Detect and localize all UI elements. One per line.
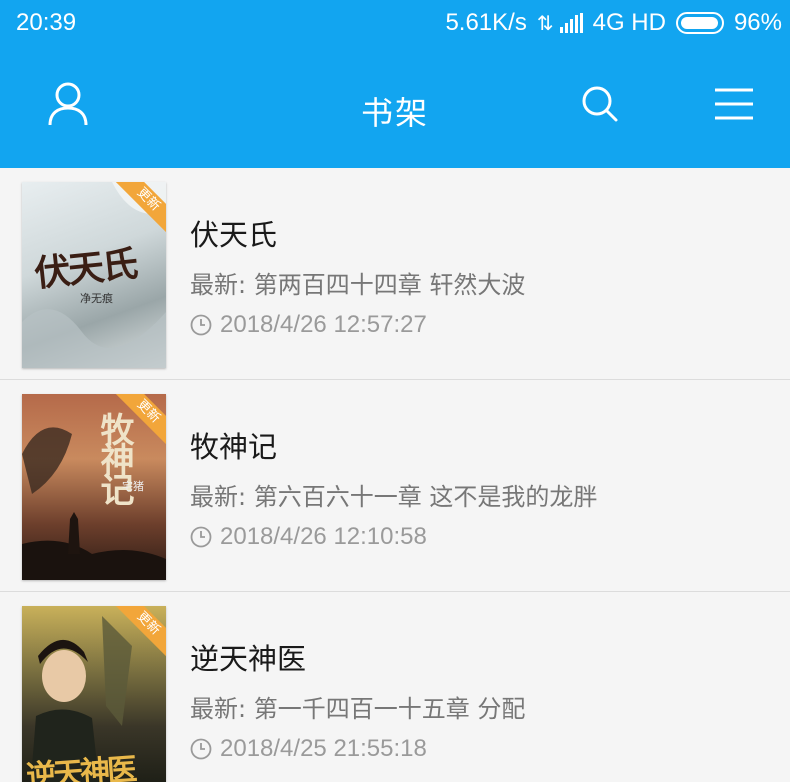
cover-title: 逆天神医 [25, 752, 136, 782]
latest-label: 最新: [190, 271, 254, 299]
clock-icon [190, 314, 212, 336]
update-time: 2018/4/26 12:10:58 [190, 523, 427, 551]
clock-icon [190, 738, 212, 760]
book-item[interactable]: 逆天神医 更新 逆天神医 最新: 第一千四百一十五章 分配 2018/4/25 … [0, 592, 790, 782]
book-cover[interactable]: 牧神记 宅猪 更新 [22, 394, 166, 580]
search-icon [582, 86, 618, 122]
menu-button[interactable] [704, 74, 764, 134]
latest-chapter-name: 第六百六十一章 这不是我的龙胖 [253, 483, 598, 511]
cover-title: 伏天氏 [32, 242, 139, 296]
book-cover[interactable]: 逆天神医 更新 [22, 606, 166, 782]
menu-icon [715, 88, 753, 120]
cover-author: 宅猪 [122, 480, 144, 493]
search-button[interactable] [570, 74, 630, 134]
book-title: 伏天氏 [190, 218, 278, 252]
update-timestamp: 2018/4/26 12:57:27 [220, 311, 427, 338]
update-time: 2018/4/26 12:57:27 [190, 311, 427, 339]
update-time: 2018/4/25 21:55:18 [190, 735, 427, 763]
latest-chapter: 最新: 第两百四十四章 轩然大波 [190, 265, 525, 300]
update-timestamp: 2018/4/25 21:55:18 [220, 735, 427, 762]
latest-label: 最新: [190, 483, 254, 511]
status-bar: 20:39 5.61K/s ⇅ 4G HD 96% [0, 0, 790, 46]
page-title: 书架 [360, 94, 429, 132]
battery-level: 96% [733, 9, 782, 36]
signal-icon [559, 13, 583, 33]
status-time: 20:39 [16, 9, 77, 36]
clock-icon [190, 526, 212, 548]
status-indicators: 5.61K/s ⇅ 4G HD 96% [445, 9, 782, 37]
latest-chapter: 最新: 第六百六十一章 这不是我的龙胖 [190, 477, 597, 512]
book-cover[interactable]: 伏天氏 净无痕 更新 [22, 182, 166, 368]
book-item[interactable]: 牧神记 宅猪 更新 牧神记 最新: 第六百六十一章 这不是我的龙胖 2018/4… [0, 380, 790, 592]
book-item[interactable]: 伏天氏 净无痕 更新 伏天氏 最新: 第两百四十四章 轩然大波 2018/4/2… [0, 168, 790, 380]
bookshelf-list: 伏天氏 净无痕 更新 伏天氏 最新: 第两百四十四章 轩然大波 2018/4/2… [0, 168, 790, 782]
app-bar: 书架 [0, 46, 790, 168]
network-type: 4G HD [592, 9, 666, 36]
cover-author: 净无痕 [80, 292, 113, 305]
latest-chapter-name: 第两百四十四章 轩然大波 [253, 271, 526, 299]
update-timestamp: 2018/4/26 12:10:58 [220, 523, 427, 550]
battery-icon [675, 12, 724, 34]
network-speed: 5.61K/s [445, 9, 527, 36]
book-title: 牧神记 [190, 430, 278, 464]
latest-label: 最新: [190, 695, 254, 723]
latest-chapter-name: 第一千四百一十五章 分配 [253, 695, 526, 723]
data-transfer-icon: ⇅ [536, 12, 554, 35]
latest-chapter: 最新: 第一千四百一十五章 分配 [190, 689, 525, 724]
book-title: 逆天神医 [190, 642, 307, 676]
